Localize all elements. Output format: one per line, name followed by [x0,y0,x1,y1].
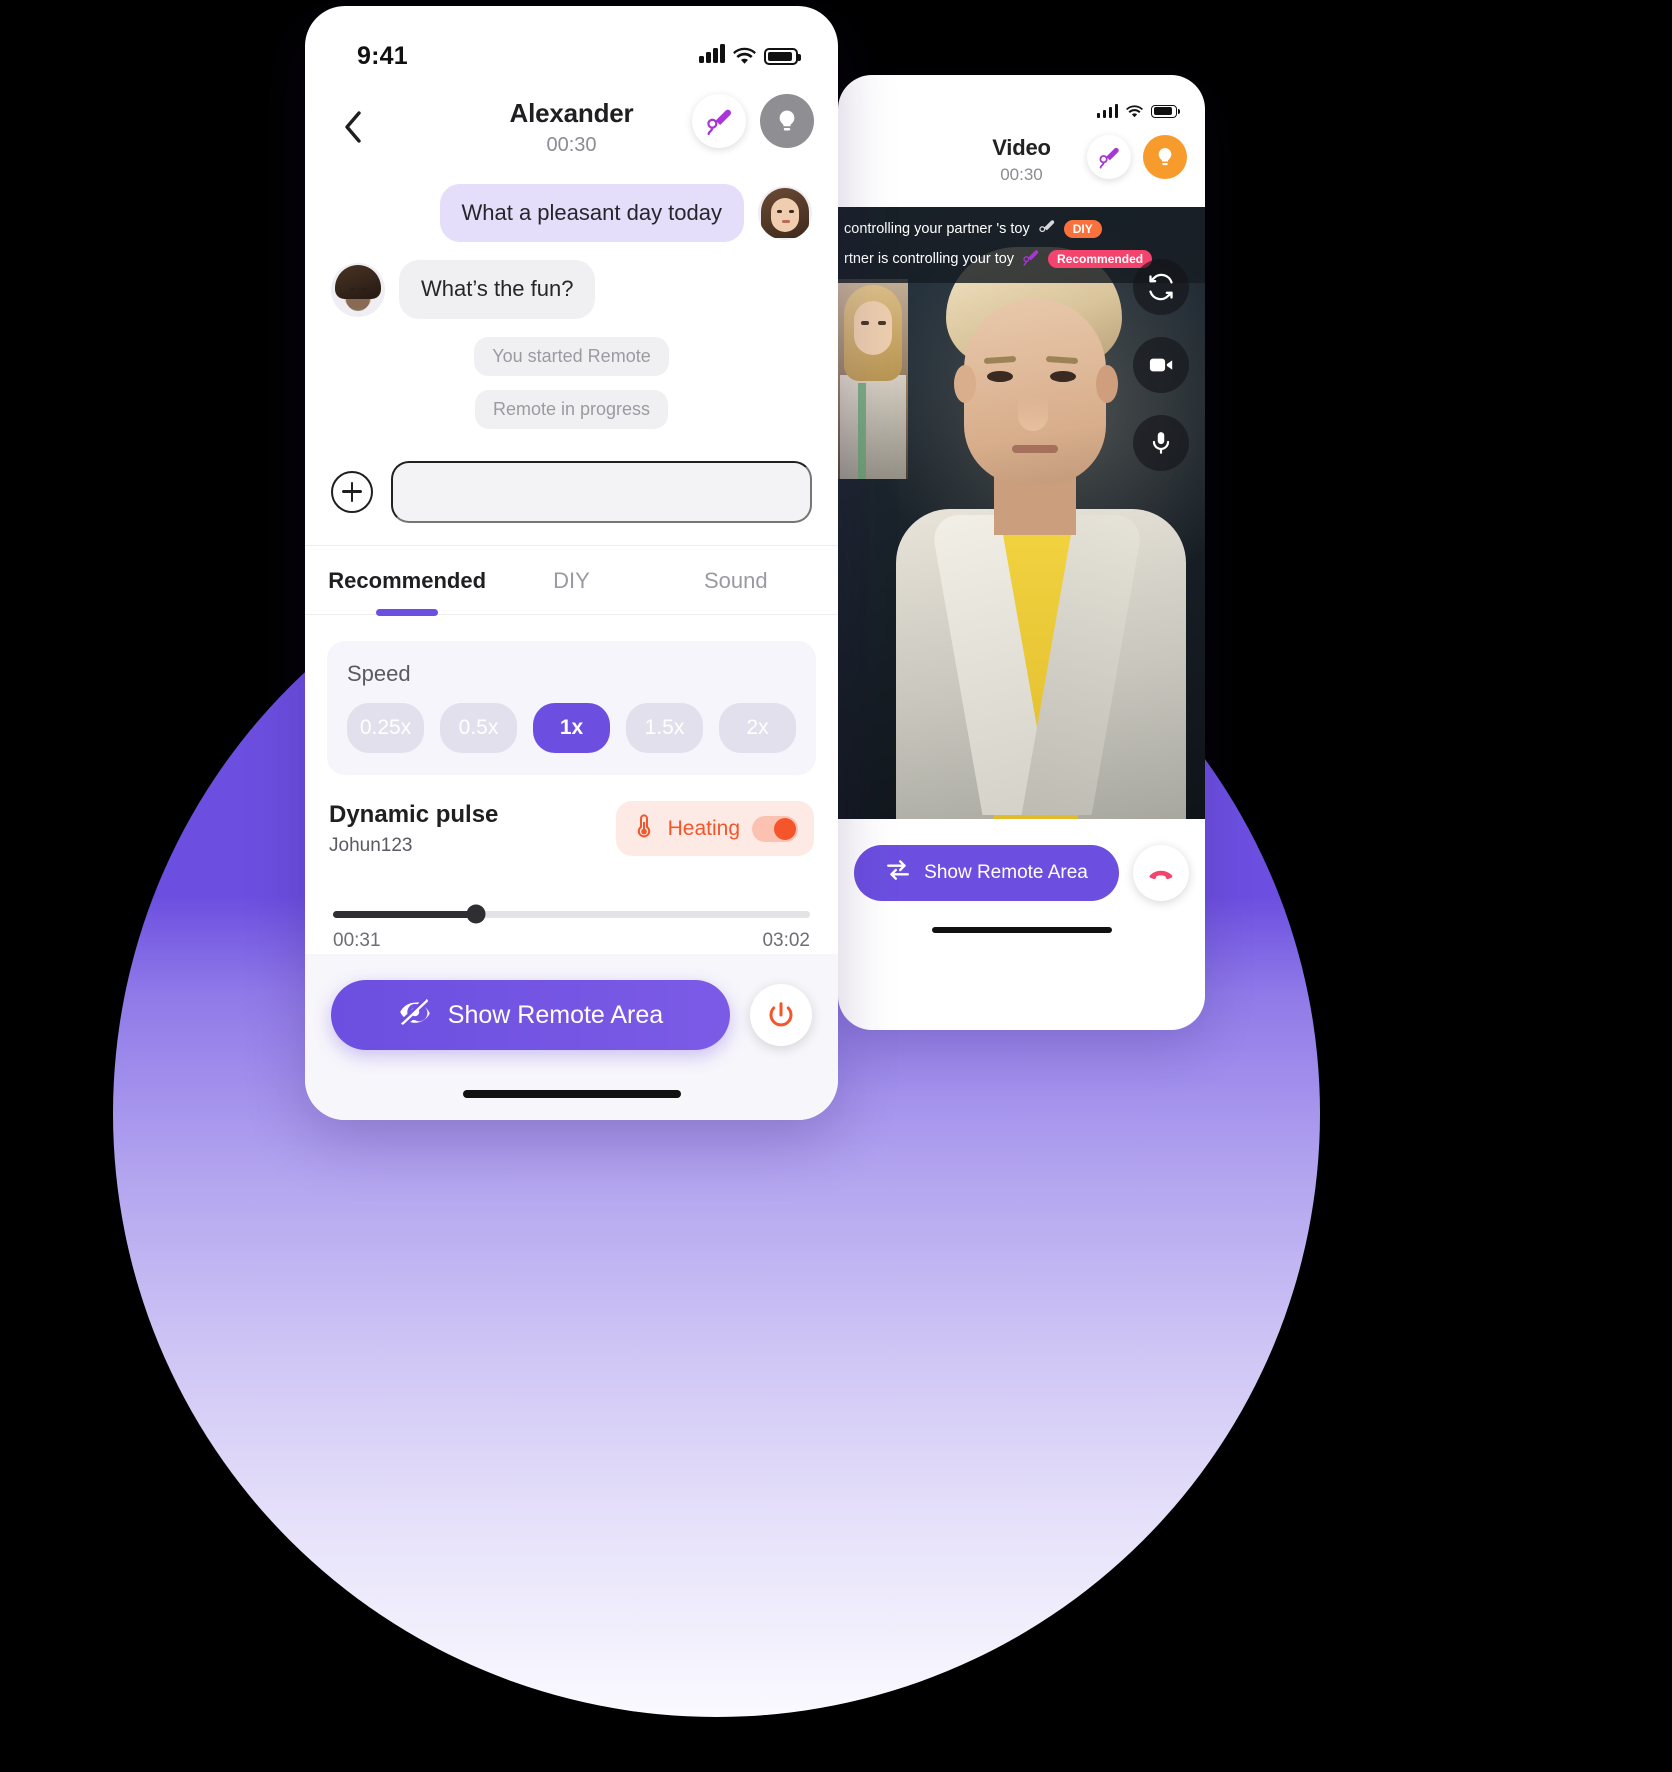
self-view-preview[interactable] [838,279,908,479]
plus-circle-icon[interactable] [331,470,373,513]
wifi-icon [1126,104,1143,118]
banner-text: controlling your partner 's toy [844,221,1030,237]
chat-row: What’s the fun? [331,260,812,319]
video-control-stack [1133,259,1189,471]
playback-progress: 00:31 03:02 [305,857,838,952]
video-call-phone: Video 00:30 controlling your partner 's … [838,75,1205,1030]
avatar[interactable] [331,262,385,317]
speed-options: 0.25x 0.5x 1x 1.5x 2x [347,702,796,753]
heating-toggle[interactable]: Heating [615,801,814,857]
speed-chip-05x[interactable]: 0.5x [440,702,517,753]
show-remote-area-label-right: Show Remote Area [924,862,1088,883]
left-bottom-bar: Show Remote Area [305,954,838,1120]
video-camera-icon[interactable] [1133,337,1189,393]
pattern-author: Johun123 [329,834,413,856]
cellular-bars-icon [699,44,725,63]
show-remote-area-label-left: Show Remote Area [447,1000,664,1029]
speed-chip-025x[interactable]: 0.25x [347,702,424,753]
tab-diy[interactable]: DIY [489,546,653,614]
banner-line: controlling your partner 's toy DIY [838,214,1205,244]
right-header: Video 00:30 [838,133,1205,207]
show-remote-area-button-left[interactable]: Show Remote Area [331,980,730,1050]
chat-header: Alexander 00:30 [305,84,838,170]
video-call-timer: 00:30 [1000,165,1043,184]
speed-chip-15x[interactable]: 1.5x [626,702,703,753]
avatar[interactable] [758,186,812,241]
total-time: 03:02 [762,929,810,951]
back-button[interactable] [331,105,375,149]
banner-tag-diy: DIY [1063,220,1102,238]
microphone-icon[interactable] [1133,415,1189,471]
thermometer-icon [632,813,656,844]
vibrator-toy-icon [1021,247,1041,271]
current-time: 00:31 [333,929,381,951]
system-message-row: You started Remote [331,336,812,376]
swap-arrows-icon [885,857,911,889]
chat-remote-phone: 9:41 Alexander 00:30 What a pleasant day… [305,6,838,1120]
tab-recommended[interactable]: Recommended [325,546,489,614]
cellular-bars-icon [1096,104,1118,118]
hangup-button[interactable] [1133,845,1189,901]
message-input[interactable] [391,460,812,523]
speed-chip-1x[interactable]: 1x [533,702,610,753]
show-remote-area-button-right[interactable]: Show Remote Area [854,845,1119,901]
tab-sound[interactable]: Sound [654,546,818,614]
heating-label: Heating [667,816,740,840]
message-composer [305,443,838,545]
banner-text: rtner is controlling your toy [844,251,1015,267]
chat-row: What a pleasant day today [331,184,812,243]
home-indicator-left [462,1090,681,1098]
eye-off-icon [398,997,432,1033]
right-status-bar [838,75,1205,133]
toy-button-left[interactable] [692,94,746,148]
speed-card: Speed 0.25x 0.5x 1x 1.5x 2x [327,640,816,775]
power-button[interactable] [750,984,812,1046]
screenshot-stage: Video 00:30 controlling your partner 's … [0,0,1672,1772]
right-bottom-bar: Show Remote Area [838,819,1205,951]
chat-messages: What a pleasant day today What’s the fun… [305,170,838,429]
speed-chip-2x[interactable]: 2x [719,702,796,753]
message-bubble-outgoing: What a pleasant day today [439,184,744,243]
progress-fill [333,910,477,918]
pattern-tabs: Recommended DIY Sound [305,544,838,615]
speed-label: Speed [347,660,411,686]
toy-button-right[interactable] [1087,135,1131,179]
left-status-bar: 9:41 [305,6,838,84]
progress-knob[interactable] [466,904,486,924]
battery-icon [764,47,801,65]
switch-camera-icon[interactable] [1133,259,1189,315]
message-bubble-incoming: What’s the fun? [399,260,596,319]
wifi-icon [733,47,756,65]
battery-icon [1151,104,1180,118]
pattern-info: Dynamic pulse Johun123 Heating [305,775,838,857]
system-message: Remote in progress [474,389,669,429]
lightbulb-button-left[interactable] [760,94,814,148]
status-bar-time: 9:41 [357,41,408,70]
progress-track[interactable] [333,904,810,924]
video-feed[interactable]: controlling your partner 's toy DIY rtne… [838,207,1205,819]
system-message: You started Remote [474,336,669,376]
toy-grey-icon [1037,217,1057,241]
heating-switch[interactable] [752,815,798,842]
system-message-row: Remote in progress [331,389,812,429]
video-title: Video [992,135,1051,160]
lightbulb-button-right[interactable] [1143,135,1187,179]
home-indicator-right [931,927,1112,933]
pattern-title: Dynamic pulse [329,800,499,828]
